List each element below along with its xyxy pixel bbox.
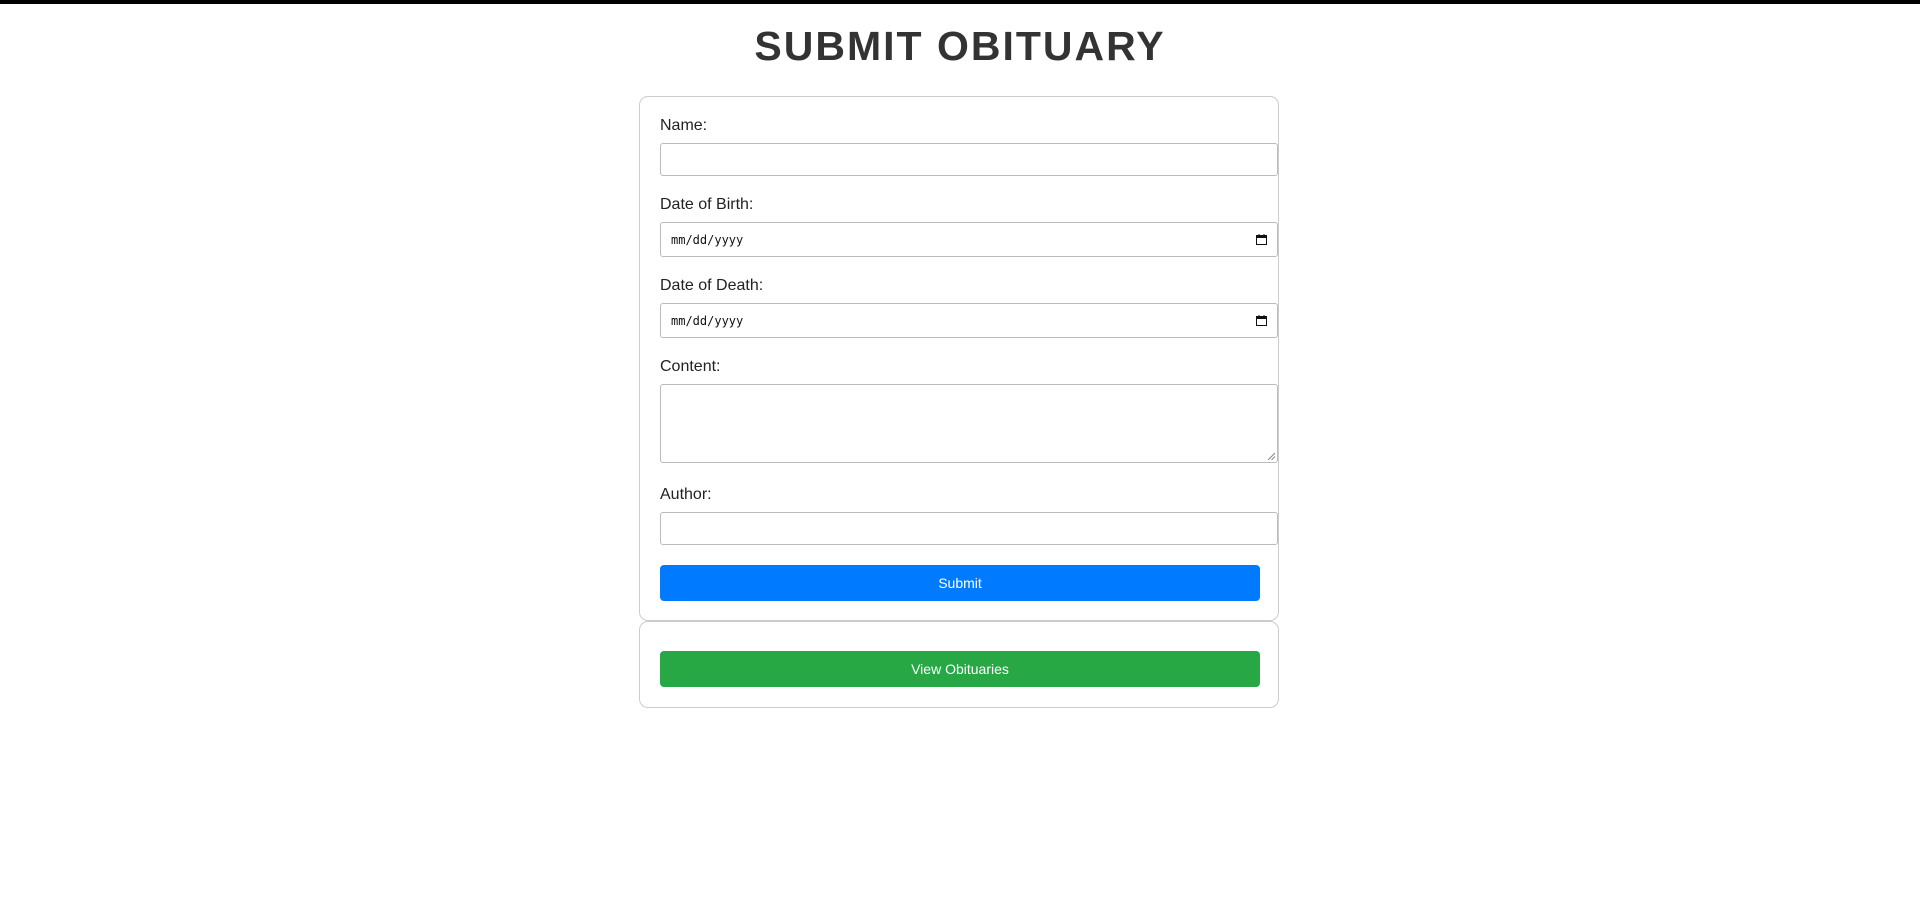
date-of-death-label: Date of Death: bbox=[660, 277, 764, 294]
date-of-death-placeholder: mm/dd/yyyy bbox=[671, 314, 744, 328]
calendar-icon[interactable] bbox=[1256, 315, 1267, 326]
name-label: Name: bbox=[660, 117, 708, 134]
calendar-icon[interactable] bbox=[1256, 234, 1267, 245]
content-label: Content: bbox=[660, 358, 721, 375]
view-obituaries-card: View Obituaries bbox=[639, 621, 1279, 708]
author-label: Author: bbox=[660, 486, 712, 503]
content-textarea[interactable] bbox=[660, 384, 1278, 463]
date-of-death-input[interactable]: mm/dd/yyyy bbox=[660, 303, 1278, 338]
name-input[interactable] bbox=[660, 143, 1278, 176]
date-of-birth-placeholder: mm/dd/yyyy bbox=[671, 233, 744, 247]
date-of-birth-label: Date of Birth: bbox=[660, 196, 754, 213]
view-obituaries-button[interactable]: View Obituaries bbox=[660, 651, 1260, 687]
author-input[interactable] bbox=[660, 512, 1278, 545]
obituary-form: Name: Date of Birth: mm/dd/yyyy Date of … bbox=[639, 96, 1279, 621]
resize-grip-icon[interactable] bbox=[1267, 452, 1275, 460]
page-title: SUBMIT OBITUARY bbox=[754, 23, 1166, 69]
submit-button[interactable]: Submit bbox=[660, 565, 1260, 601]
date-of-birth-input[interactable]: mm/dd/yyyy bbox=[660, 222, 1278, 257]
top-border bbox=[0, 0, 1920, 4]
